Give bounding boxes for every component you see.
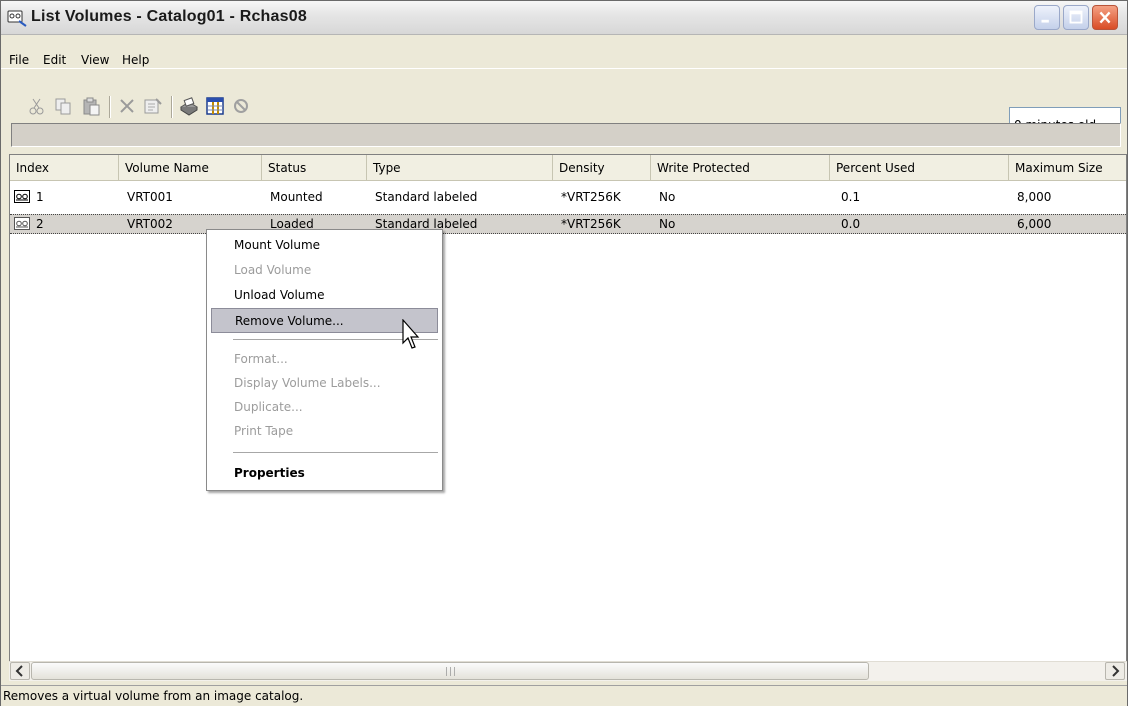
cell-index: 2 (36, 217, 44, 231)
menu-edit[interactable]: Edit (43, 53, 66, 67)
table-row[interactable]: 1 VRT001 Mounted Standard labeled *VRT25… (10, 187, 1126, 207)
cell-write-protected: No (659, 190, 676, 204)
columns-icon[interactable] (205, 96, 225, 116)
column-header-type[interactable]: Type (367, 155, 553, 181)
copy-icon[interactable] (53, 96, 73, 116)
menu-item-mount-volume[interactable]: Mount Volume (211, 233, 438, 258)
filter-bar (11, 123, 1121, 147)
window-title: List Volumes - Catalog01 - Rchas08 (31, 8, 307, 25)
toolbar (1, 93, 1127, 119)
column-header-status[interactable]: Status (262, 155, 367, 181)
menu-help[interactable]: Help (122, 53, 149, 67)
menu-bar: File Edit View Help (1, 37, 1127, 69)
cell-percent-used: 0.0 (841, 217, 861, 231)
cell-density: *VRT256K (561, 190, 621, 204)
delete-icon[interactable] (117, 96, 137, 116)
chevron-right-icon (1112, 665, 1120, 677)
status-text: Removes a virtual volume from an image c… (3, 689, 304, 703)
mouse-cursor-icon (402, 319, 420, 349)
column-header-maximum-size[interactable]: Maximum Size (1009, 155, 1126, 181)
minimize-button[interactable] (1034, 5, 1060, 30)
scroll-thumb[interactable]: ||| (31, 662, 869, 680)
toolbar-separator (109, 96, 111, 118)
menu-file[interactable]: File (9, 53, 29, 67)
menu-item-duplicate: Duplicate... (234, 400, 303, 414)
column-header-write-protected[interactable]: Write Protected (651, 155, 830, 181)
cut-icon[interactable] (27, 96, 47, 116)
column-header-volume-name[interactable]: Volume Name (119, 155, 262, 181)
table-row-selected[interactable]: 2 VRT002 Loaded Standard labeled *VRT256… (10, 214, 1126, 234)
volume-list[interactable]: Index Volume Name Status Type Density Wr… (9, 154, 1127, 680)
list-volumes-window: List Volumes - Catalog01 - Rchas08 File … (0, 0, 1128, 706)
cell-status: Mounted (270, 190, 323, 204)
tape-drive-icon (7, 10, 27, 27)
menu-item-display-volume-labels: Display Volume Labels... (234, 376, 381, 390)
menu-item-unload-volume[interactable]: Unload Volume (211, 283, 438, 308)
cell-volume-name: VRT002 (127, 217, 173, 231)
cell-percent-used: 0.1 (841, 190, 861, 204)
menu-separator (233, 452, 438, 453)
chevron-left-icon (15, 665, 23, 677)
column-header-index[interactable]: Index (10, 155, 119, 181)
maximize-button[interactable] (1063, 5, 1089, 30)
menu-item-properties[interactable]: Properties (211, 461, 438, 486)
title-bar[interactable]: List Volumes - Catalog01 - Rchas08 (1, 1, 1127, 35)
column-header-percent-used[interactable]: Percent Used (830, 155, 1009, 181)
cell-maximum-size: 6,000 (1017, 217, 1052, 231)
volume-tape-icon (14, 190, 30, 203)
cell-write-protected: No (659, 217, 676, 231)
menu-item-print-tape: Print Tape (234, 424, 294, 438)
maximize-icon (1069, 10, 1083, 24)
toolbar-separator (171, 96, 173, 118)
stop-icon[interactable] (231, 96, 251, 116)
cell-type: Standard labeled (375, 190, 478, 204)
status-bar: Removes a virtual volume from an image c… (1, 685, 1127, 706)
close-button[interactable] (1092, 5, 1118, 30)
context-menu: Mount Volume Load Volume Unload Volume R… (206, 229, 443, 491)
scroll-right-button[interactable] (1105, 662, 1125, 680)
volume-tape-icon (14, 217, 30, 230)
menu-view[interactable]: View (81, 53, 109, 67)
cell-index: 1 (36, 190, 44, 204)
cell-density: *VRT256K (561, 217, 621, 231)
cell-volume-name: VRT001 (127, 190, 173, 204)
paste-icon[interactable] (81, 96, 101, 116)
scroll-left-button[interactable] (10, 662, 30, 680)
print-icon[interactable] (179, 96, 199, 116)
menu-item-load-volume: Load Volume (234, 263, 312, 277)
scroll-grip-icon: ||| (445, 667, 458, 677)
list-header: Index Volume Name Status Type Density Wr… (10, 155, 1126, 181)
close-icon (1099, 11, 1111, 24)
properties-icon[interactable] (143, 96, 163, 116)
cell-maximum-size: 8,000 (1017, 190, 1052, 204)
column-header-density[interactable]: Density (553, 155, 651, 181)
minimize-icon (1041, 19, 1049, 23)
